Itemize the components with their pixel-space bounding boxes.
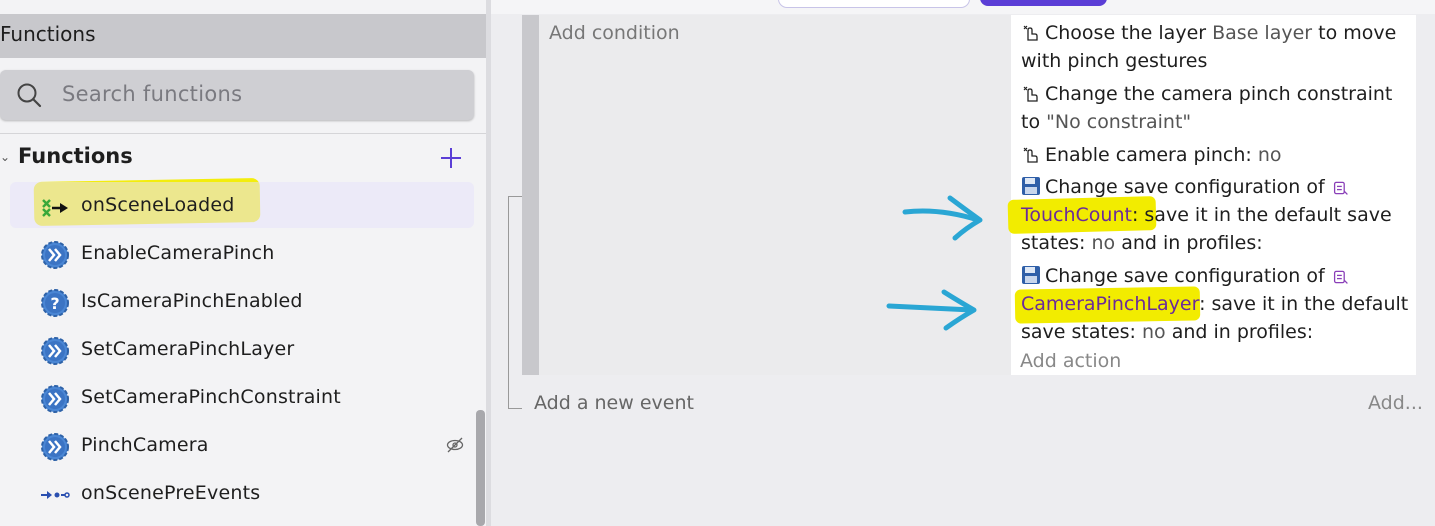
group-label-functions[interactable]: Functions bbox=[18, 144, 133, 168]
function-item-enablecamerapinch[interactable]: EnableCameraPinch bbox=[10, 230, 474, 276]
annotation-arrow-icon bbox=[886, 289, 977, 331]
toolbar-button[interactable] bbox=[778, 0, 970, 8]
event-tree-line bbox=[508, 196, 522, 197]
event-drag-handle[interactable] bbox=[522, 15, 539, 375]
pre-events-icon bbox=[41, 491, 70, 499]
function-item-onscenepreevents[interactable]: onScenePreEvents bbox=[10, 470, 474, 516]
add-action-button[interactable]: Add action bbox=[1020, 350, 1121, 372]
event-tree-line bbox=[508, 196, 509, 408]
variable-icon bbox=[1333, 270, 1348, 284]
function-item-setcamerapinchlayer[interactable]: SetCameraPinchLayer bbox=[10, 326, 474, 372]
action-choose-layer[interactable]: Choose the layer Base layer to move with… bbox=[1021, 19, 1413, 75]
scene-loaded-icon bbox=[42, 199, 68, 217]
action-function-icon bbox=[41, 433, 69, 461]
action-function-icon bbox=[41, 337, 69, 365]
chevron-down-icon[interactable]: ⌄ bbox=[0, 150, 10, 164]
function-item-onsceneloaded[interactable]: onSceneLoaded bbox=[10, 182, 474, 228]
action-save-config-touchcount[interactable]: Change save configuration of TouchCount:… bbox=[1021, 173, 1413, 257]
function-label: SetCameraPinchConstraint bbox=[81, 386, 341, 408]
pinch-gesture-icon bbox=[1023, 86, 1038, 102]
save-icon bbox=[1022, 266, 1040, 284]
action-function-icon bbox=[41, 241, 69, 269]
annotation-arrow-icon bbox=[902, 195, 983, 241]
function-item-iscamerapinchenabled[interactable]: ? IsCameraPinchEnabled bbox=[10, 278, 474, 324]
condition-function-icon: ? bbox=[41, 289, 69, 317]
function-item-setcamerapinchconstraint[interactable]: SetCameraPinchConstraint bbox=[10, 374, 474, 420]
function-label: onSceneLoaded bbox=[81, 194, 235, 216]
add-more-button[interactable]: Add... bbox=[1368, 392, 1423, 414]
functions-panel: Functions Search functions ⌄ Functions o… bbox=[0, 0, 487, 526]
variable-touchcount[interactable]: TouchCount bbox=[1021, 204, 1132, 226]
eye-off-icon[interactable] bbox=[446, 436, 464, 454]
function-item-pinchcamera[interactable]: PinchCamera bbox=[10, 422, 474, 468]
search-icon bbox=[17, 83, 42, 108]
scrollbar-thumb[interactable] bbox=[476, 410, 485, 526]
panel-title: Functions bbox=[0, 22, 96, 46]
action-function-icon bbox=[41, 385, 69, 413]
search-input[interactable]: Search functions bbox=[0, 70, 474, 120]
action-change-pinch-constraint[interactable]: Change the camera pinch constraint to "N… bbox=[1021, 80, 1413, 136]
add-new-event-button[interactable]: Add a new event bbox=[534, 392, 694, 414]
event-tree-line bbox=[508, 408, 522, 409]
variable-camerapinchlayer[interactable]: CameraPinchLayer bbox=[1021, 293, 1199, 315]
action-enable-camera-pinch[interactable]: Enable camera pinch: no bbox=[1021, 141, 1413, 169]
variable-icon bbox=[1333, 181, 1348, 195]
search-placeholder: Search functions bbox=[62, 82, 243, 106]
function-label: IsCameraPinchEnabled bbox=[81, 290, 303, 312]
function-label: SetCameraPinchLayer bbox=[81, 338, 295, 360]
pinch-gesture-icon bbox=[1023, 147, 1038, 163]
function-label: onScenePreEvents bbox=[81, 482, 261, 504]
action-save-config-camerapinchlayer[interactable]: Change save configuration of CameraPinch… bbox=[1021, 262, 1413, 346]
divider bbox=[0, 133, 486, 134]
svg-text:?: ? bbox=[50, 294, 59, 313]
toolbar-primary-button[interactable] bbox=[980, 0, 1107, 6]
save-icon bbox=[1022, 177, 1040, 195]
function-label: EnableCameraPinch bbox=[81, 242, 275, 264]
add-function-button[interactable] bbox=[439, 146, 463, 170]
function-label: PinchCamera bbox=[81, 434, 209, 456]
pinch-gesture-icon bbox=[1023, 25, 1038, 41]
add-condition-button[interactable]: Add condition bbox=[549, 22, 680, 44]
